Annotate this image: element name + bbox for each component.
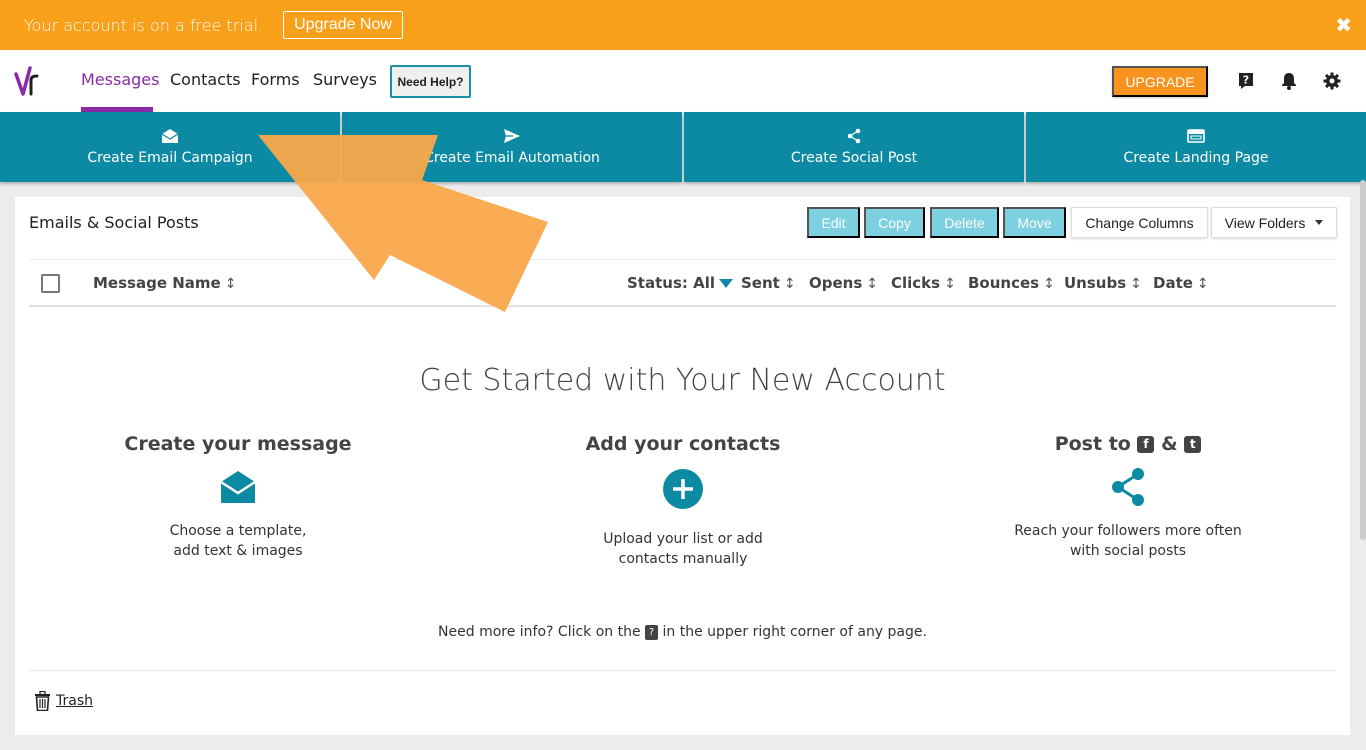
nav-contacts[interactable]: Contacts	[170, 70, 241, 89]
copy-button[interactable]: Copy	[864, 207, 925, 238]
help-icon: ?	[645, 624, 659, 640]
trash-label: Trash	[56, 693, 93, 709]
col-opens[interactable]: Opens ↕	[809, 274, 878, 292]
delete-button[interactable]: Delete	[930, 207, 999, 238]
table-header: Message Name ↕ Status: All Sent ↕ Opens ↕ C…	[29, 259, 1336, 307]
view-folders-label: View Folders	[1224, 214, 1306, 231]
panel-divider	[29, 670, 1336, 671]
help-icon[interactable]: ?	[1237, 72, 1255, 90]
close-icon[interactable]: ✖	[1335, 13, 1352, 37]
create-email-campaign-tile[interactable]: Create Email Campaign	[0, 112, 340, 182]
step-text-line: contacts manually	[618, 551, 748, 567]
col-date[interactable]: Date ↕	[1153, 274, 1209, 292]
move-button[interactable]: Move	[1003, 207, 1066, 238]
step-text: Choose a template, add text & images	[88, 521, 388, 561]
edit-button[interactable]: Edit	[807, 207, 860, 238]
step-title-amp: &	[1161, 433, 1178, 455]
step-text-line: Choose a template,	[169, 523, 307, 539]
sort-icon: ↕	[866, 276, 879, 292]
step-text-line: add text & images	[173, 543, 303, 559]
trash-link[interactable]: Trash	[35, 691, 93, 711]
browser-window-icon	[1187, 129, 1205, 143]
create-email-automation-tile[interactable]: Create Email Automation	[342, 112, 682, 182]
step-post-social: Post to f & t Reach your followers more …	[978, 433, 1278, 561]
need-help-button[interactable]: Need Help?	[390, 65, 471, 98]
select-all-checkbox[interactable]	[41, 274, 60, 293]
trial-banner: Your account is on a free trial. Upgrade…	[0, 0, 1366, 50]
col-bounces[interactable]: Bounces ↕	[968, 274, 1055, 292]
step-title-text: Post to	[1054, 433, 1131, 455]
col-label: Unsubs	[1064, 274, 1127, 292]
messages-panel: Emails & Social Posts Edit Copy Delete M…	[15, 197, 1350, 735]
envelope-open-icon	[161, 129, 179, 143]
sort-icon: ↕	[783, 276, 796, 292]
nav-surveys[interactable]: Surveys	[313, 70, 377, 89]
envelope-open-icon[interactable]	[218, 467, 258, 507]
col-label: Message Name	[93, 274, 221, 292]
sort-icon: ↕	[224, 276, 237, 292]
share-icon[interactable]	[1108, 467, 1148, 507]
action-tiles: Create Email Campaign Create Email Autom…	[0, 112, 1366, 182]
twitter-icon: t	[1184, 436, 1202, 453]
trial-message: Your account is on a free trial.	[24, 15, 264, 35]
trash-icon	[35, 691, 50, 711]
step-add-contacts: Add your contacts Upload your list or ad…	[533, 433, 833, 569]
change-columns-button[interactable]: Change Columns	[1071, 207, 1208, 238]
facebook-icon: f	[1137, 436, 1155, 453]
gear-icon[interactable]	[1323, 72, 1341, 90]
step-title: Create your message	[124, 433, 352, 455]
col-status[interactable]: Status: All	[627, 274, 733, 292]
step-create-message: Create your message Choose a template, a…	[88, 433, 388, 561]
step-text-line: Upload your list or add	[603, 531, 763, 547]
paper-plane-icon	[504, 129, 520, 143]
scrollbar[interactable]	[1360, 180, 1366, 540]
col-label: Date	[1153, 274, 1193, 292]
nav-forms[interactable]: Forms	[251, 70, 300, 89]
step-text-line: with social posts	[1069, 543, 1187, 559]
bell-icon[interactable]	[1280, 72, 1298, 90]
tile-label: Create Email Campaign	[87, 150, 253, 166]
step-title: Post to f & t	[978, 433, 1278, 455]
sort-icon: ↕	[1130, 276, 1142, 292]
tile-label: Create Email Automation	[424, 150, 600, 166]
panel-title: Emails & Social Posts	[29, 213, 199, 232]
tile-label: Create Social Post	[790, 150, 918, 166]
col-label: Opens	[809, 274, 863, 292]
upgrade-now-button[interactable]: Upgrade Now	[283, 11, 403, 39]
share-icon	[847, 128, 861, 144]
col-label: Bounces	[968, 274, 1040, 292]
step-title: Add your contacts	[585, 433, 781, 455]
more-info-text: Need more info? Click on the ? in the up…	[15, 624, 1350, 640]
step-text-line: Reach your followers more often	[1014, 523, 1242, 539]
sort-icon: ↕	[944, 276, 956, 292]
more-info-suffix: in the upper right corner of any page.	[662, 624, 927, 640]
view-folders-dropdown[interactable]: View Folders	[1211, 207, 1337, 238]
col-label: Clicks	[891, 274, 941, 292]
more-info-prefix: Need more info? Click on the	[438, 624, 641, 640]
col-clicks[interactable]: Clicks ↕	[891, 274, 956, 292]
step-text: Upload your list or add contacts manuall…	[533, 529, 833, 569]
sort-icon: ↕	[1043, 276, 1055, 292]
sort-icon: ↕	[1196, 276, 1209, 292]
top-nav: Messages Contacts Forms Surveys Need Hel…	[0, 50, 1366, 112]
col-message-name[interactable]: Message Name ↕	[93, 274, 236, 292]
col-label: Sent	[741, 274, 780, 292]
col-unsubs[interactable]: Unsubs ↕	[1064, 274, 1142, 292]
tile-label: Create Landing Page	[1123, 150, 1269, 166]
get-started-heading: Get Started with Your New Account	[419, 363, 946, 398]
step-text: Reach your followers more often with soc…	[978, 521, 1278, 561]
create-social-post-tile[interactable]: Create Social Post	[684, 112, 1024, 182]
svg-text:?: ?	[1243, 74, 1249, 87]
chevron-down-icon	[1315, 220, 1324, 225]
col-label: Status: All	[627, 274, 715, 292]
nav-messages[interactable]: Messages	[81, 70, 159, 89]
filter-icon	[719, 279, 733, 288]
create-landing-page-tile[interactable]: Create Landing Page	[1026, 112, 1366, 182]
vr-logo[interactable]	[14, 64, 44, 98]
plus-circle-icon[interactable]	[663, 469, 703, 509]
col-sent[interactable]: Sent ↕	[741, 274, 796, 292]
upgrade-button[interactable]: UPGRADE	[1112, 66, 1208, 97]
